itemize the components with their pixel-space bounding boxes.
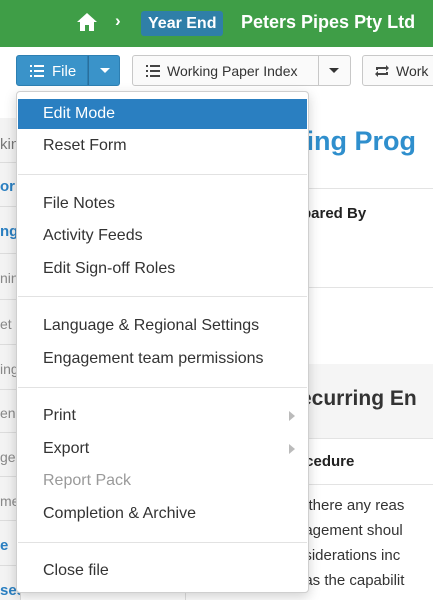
menu-item-label: Activity Feeds (43, 227, 143, 244)
top-header-bar: › Year End Peters Pipes Pty Ltd (0, 0, 433, 47)
working-paper-index-label: Working Paper Index (167, 63, 298, 79)
chevron-down-icon (100, 68, 110, 73)
file-menu-button[interactable]: File (16, 55, 88, 86)
menu-divider (18, 296, 307, 297)
procedure-text: e there any reas (296, 497, 405, 514)
file-button-label: File (52, 63, 77, 80)
menu-item-language-regional[interactable]: Language & Regional Settings (18, 311, 307, 341)
procedure-text: has the capabilit (296, 572, 405, 589)
refresh-icon (375, 65, 389, 77)
menu-divider (18, 387, 307, 388)
menu-item-edit-signoff-roles[interactable]: Edit Sign-off Roles (18, 254, 307, 284)
procedure-text: gagement shoul (296, 522, 403, 539)
prepared-by-label: pared By (302, 205, 367, 222)
working-paper-index-button[interactable]: Working Paper Index (132, 55, 319, 86)
breadcrumb-separator: › (115, 11, 121, 30)
menu-item-label: Report Pack (43, 472, 132, 489)
list-icon (30, 65, 44, 77)
menu-divider (18, 174, 307, 175)
menu-item-label: Edit Sign-off Roles (43, 260, 176, 277)
file-dropdown-menu: Edit Mode Reset Form File Notes Activity… (16, 91, 309, 593)
work-button[interactable]: Work (362, 55, 433, 86)
section-title: ecurring En (300, 387, 417, 410)
menu-item-reset-form[interactable]: Reset Form (18, 131, 307, 161)
chevron-right-icon (289, 411, 295, 421)
menu-item-label: Completion & Archive (43, 505, 196, 522)
menu-item-label: Export (43, 440, 90, 457)
menu-item-label: Engagement team permissions (43, 350, 264, 367)
chevron-right-icon (289, 444, 295, 454)
period-badge[interactable]: Year End (141, 11, 224, 36)
menu-item-print[interactable]: Print (18, 401, 307, 431)
list-icon (146, 65, 160, 77)
menu-item-edit-mode[interactable]: Edit Mode (18, 99, 307, 129)
menu-item-label: Edit Mode (43, 105, 116, 122)
menu-item-close-file[interactable]: Close file (18, 556, 307, 586)
company-name[interactable]: Peters Pipes Pty Ltd (241, 12, 415, 33)
menu-item-activity-feeds[interactable]: Activity Feeds (18, 221, 307, 251)
chevron-down-icon (329, 68, 339, 73)
menu-item-label: Language & Regional Settings (43, 317, 260, 334)
menu-divider (18, 542, 307, 543)
work-button-label: Work (396, 63, 429, 79)
home-icon[interactable] (76, 12, 98, 32)
menu-item-label: Reset Form (43, 137, 127, 154)
procedure-text: nsiderations inc (296, 547, 401, 564)
menu-item-export[interactable]: Export (18, 434, 307, 464)
menu-item-file-notes[interactable]: File Notes (18, 189, 307, 219)
menu-item-completion-archive[interactable]: Completion & Archive (18, 499, 307, 529)
menu-item-label: Close file (43, 562, 109, 579)
menu-item-team-permissions[interactable]: Engagement team permissions (18, 344, 307, 374)
menu-item-label: Print (43, 407, 76, 424)
menu-item-label: File Notes (43, 195, 116, 212)
file-dropdown-toggle[interactable] (88, 55, 120, 86)
menu-item-report-pack: Report Pack (18, 466, 307, 496)
working-paper-dropdown-toggle[interactable] (319, 55, 351, 86)
